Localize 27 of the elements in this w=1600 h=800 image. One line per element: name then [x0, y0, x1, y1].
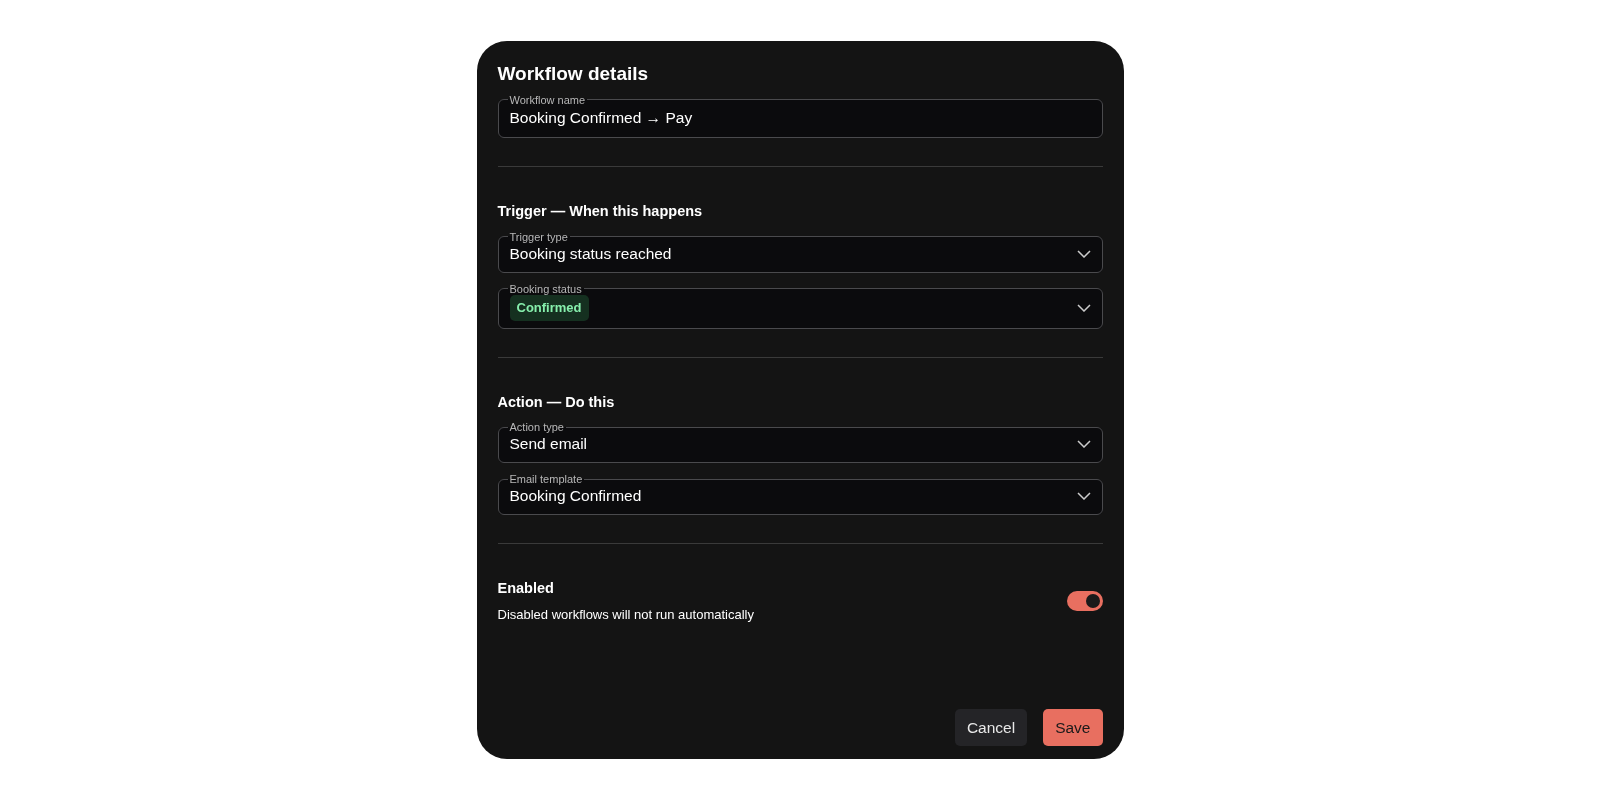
field-label: Email template — [508, 473, 584, 486]
chevron-down-icon — [1076, 440, 1091, 449]
select-value: Booking Confirmed — [509, 486, 642, 507]
field-label: Trigger type — [508, 230, 569, 243]
setting-label: Enabled — [497, 579, 555, 599]
select-field[interactable]: Email template Booking Confirmed — [497, 473, 1103, 516]
section-heading: Trigger — When this happens — [497, 201, 704, 221]
chevron-down-icon — [1076, 249, 1091, 258]
field-label: Booking status — [508, 282, 583, 295]
field-label: Workflow name — [508, 93, 587, 106]
chevron-down-icon — [1076, 492, 1091, 501]
text-field[interactable]: Workflow name Booking Confirmed → Pay — [497, 93, 1103, 138]
select-field[interactable]: Trigger type Booking status reached — [497, 230, 1103, 273]
select-field[interactable]: Action type Send email — [497, 421, 1103, 464]
chevron-down-icon — [1076, 303, 1091, 312]
field-label: Action type — [508, 421, 565, 434]
select-value: Booking status reached — [509, 243, 672, 264]
status-tag: Confirmed — [509, 294, 589, 321]
select-value: Send email — [509, 434, 588, 455]
setting-description: Disabled workflows will not run automatically — [497, 606, 754, 625]
input-field[interactable]: Booking Confirmed → Pay — [509, 106, 1091, 129]
save-button[interactable]: Save — [1043, 709, 1103, 746]
select-field[interactable]: Booking status Confirmed — [497, 282, 1103, 329]
dialog-title: Workflow details — [497, 63, 650, 86]
toggle-switch[interactable] — [1066, 591, 1103, 612]
cancel-button[interactable]: Cancel — [954, 709, 1028, 746]
section-heading: Action — Do this — [497, 392, 616, 412]
